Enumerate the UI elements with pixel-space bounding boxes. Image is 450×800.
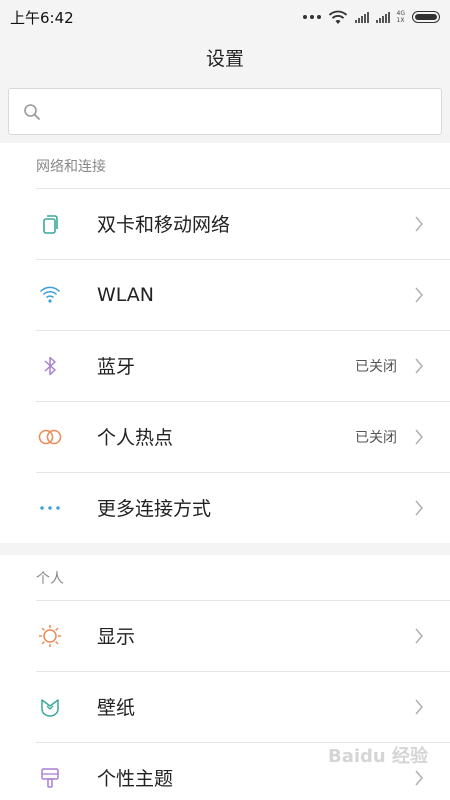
notification-dots-icon <box>302 15 321 19</box>
more-dots-icon <box>37 495 63 521</box>
chevron-right-icon <box>414 358 424 374</box>
hotspot-icon <box>37 424 63 450</box>
settings-item-label: 壁纸 <box>97 697 136 719</box>
divider <box>36 401 450 402</box>
chevron-right-icon <box>414 699 424 715</box>
status-bar: 上午6:42 4G 1X <box>0 0 450 34</box>
brightness-icon <box>37 623 63 649</box>
status-value: 已关闭 <box>355 429 397 446</box>
search-input[interactable] <box>42 88 441 135</box>
search-icon <box>22 102 42 122</box>
settings-item-label: WLAN <box>97 283 155 306</box>
status-value: 已关闭 <box>355 358 397 375</box>
settings-item-wallpaper[interactable]: 壁纸 <box>0 671 450 742</box>
divider <box>36 472 450 473</box>
settings-item-more-connections[interactable]: 更多连接方式 <box>0 472 450 543</box>
divider <box>36 259 450 260</box>
baidu-watermark: Baidu 经验 <box>328 746 429 767</box>
divider <box>36 188 450 189</box>
settings-item-display[interactable]: 显示 <box>0 600 450 671</box>
section-title-personal: 个人 <box>36 570 64 587</box>
settings-item-hotspot[interactable]: 个人热点 已关闭 <box>0 401 450 472</box>
settings-item-label: 个性主题 <box>97 768 174 790</box>
section-network: 网络和连接 双卡和移动网络 WLAN 蓝牙 已关闭 个人热点 已关闭 更多连接方… <box>0 143 450 543</box>
bluetooth-icon <box>37 353 63 379</box>
chevron-right-icon <box>414 287 424 303</box>
settings-item-wlan[interactable]: WLAN <box>0 259 450 330</box>
settings-item-dual-sim[interactable]: 双卡和移动网络 <box>0 188 450 259</box>
battery-icon <box>412 11 440 23</box>
settings-item-label: 显示 <box>97 626 136 648</box>
search-box[interactable] <box>8 88 442 135</box>
search-area <box>0 80 450 143</box>
status-time: 上午6:42 <box>10 8 74 27</box>
chevron-right-icon <box>414 429 424 445</box>
wifi-icon <box>37 282 63 308</box>
status-icons: 4G 1X <box>302 10 440 25</box>
divider <box>36 330 450 331</box>
network-type-label: 4G 1X <box>396 10 405 24</box>
divider <box>36 671 450 672</box>
chevron-right-icon <box>414 628 424 644</box>
chevron-right-icon <box>414 216 424 232</box>
page-title: 设置 <box>0 34 450 80</box>
settings-item-bluetooth[interactable]: 蓝牙 已关闭 <box>0 330 450 401</box>
settings-item-label: 蓝牙 <box>97 356 136 378</box>
divider <box>36 600 450 601</box>
wallpaper-icon <box>37 694 63 720</box>
signal-strength-2-icon <box>375 11 390 23</box>
settings-item-label: 个人热点 <box>97 427 174 449</box>
chevron-right-icon <box>414 500 424 516</box>
settings-item-label: 更多连接方式 <box>97 498 212 520</box>
dual-sim-icon <box>37 211 63 237</box>
settings-item-label: 双卡和移动网络 <box>97 214 231 236</box>
theme-brush-icon <box>37 765 63 791</box>
wifi-status-icon <box>328 10 347 24</box>
section-title-network: 网络和连接 <box>36 158 106 175</box>
signal-strength-icon <box>354 11 369 23</box>
